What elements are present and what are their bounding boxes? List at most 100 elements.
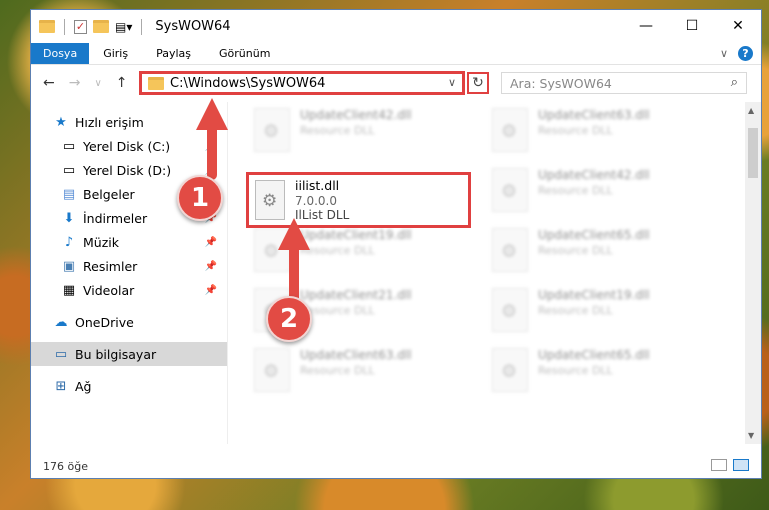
cloud-icon: ☁ bbox=[54, 314, 68, 330]
drive-icon: ▭ bbox=[62, 138, 76, 154]
dll-file-icon bbox=[492, 108, 528, 152]
file-name: UpdateClient42.dll bbox=[538, 168, 650, 182]
maximize-button[interactable]: ☐ bbox=[669, 10, 715, 42]
file-description: IlList DLL bbox=[295, 208, 350, 222]
step-badge: 1 bbox=[177, 175, 223, 221]
documents-icon: ▤ bbox=[62, 186, 76, 202]
window-title: SysWOW64 bbox=[155, 19, 231, 34]
pin-icon[interactable]: 📌 bbox=[205, 141, 217, 152]
file-description: Resource DLL bbox=[538, 244, 613, 257]
vertical-scrollbar[interactable]: ▲ ▼ bbox=[745, 102, 761, 444]
pin-icon[interactable]: 📌 bbox=[205, 261, 217, 272]
tab-view[interactable]: Görünüm bbox=[205, 43, 284, 64]
sidebar-item-label: Yerel Disk (D:) bbox=[83, 162, 172, 178]
forward-button[interactable]: → bbox=[69, 75, 81, 91]
file-description: Resource DLL bbox=[538, 184, 613, 197]
file-description: Resource DLL bbox=[538, 124, 613, 137]
sidebar-item-label: Resimler bbox=[83, 258, 138, 274]
file-name: UpdateClient65.dll bbox=[538, 228, 650, 242]
sidebar-item-label: İndirmeler bbox=[83, 210, 148, 226]
file-name: UpdateClient19.dll bbox=[538, 288, 650, 302]
refresh-button[interactable]: ↻ bbox=[467, 72, 489, 94]
file-description: Resource DLL bbox=[538, 304, 613, 317]
large-icons-view-icon[interactable] bbox=[733, 459, 749, 471]
expand-ribbon-icon[interactable]: ∨ bbox=[720, 47, 728, 60]
sidebar-item-music[interactable]: ♪ Müzik 📌 bbox=[31, 230, 227, 254]
list-item[interactable]: UpdateClient42.dll Resource DLL bbox=[492, 168, 712, 218]
back-button[interactable]: ← bbox=[43, 75, 55, 91]
computer-icon: ▭ bbox=[54, 346, 68, 362]
folder-icon bbox=[39, 20, 55, 33]
music-icon: ♪ bbox=[64, 234, 74, 250]
sidebar-item-quick-access[interactable]: ★ Hızlı erişim bbox=[31, 110, 227, 134]
address-bar[interactable]: C:\Windows\SysWOW64 ∨ bbox=[139, 71, 465, 95]
item-count: 176 öğe bbox=[43, 459, 88, 473]
scroll-down-icon[interactable]: ▼ bbox=[748, 431, 754, 440]
file-name: UpdateClient63.dll bbox=[538, 108, 650, 122]
pin-icon[interactable]: 📌 bbox=[205, 285, 217, 296]
tab-file[interactable]: Dosya bbox=[31, 43, 90, 64]
pin-icon[interactable]: 📌 bbox=[205, 237, 217, 248]
sidebar-item-label: Yerel Disk (C:) bbox=[83, 138, 171, 154]
list-item[interactable]: UpdateClient19.dll Resource DLL bbox=[492, 288, 712, 338]
drive-icon: ▭ bbox=[62, 162, 76, 178]
file-name: UpdateClient19.dll bbox=[300, 228, 412, 242]
file-name: UpdateClient63.dll bbox=[300, 348, 412, 362]
details-view-icon[interactable] bbox=[711, 459, 727, 471]
file-description: Resource DLL bbox=[538, 364, 613, 377]
list-item[interactable]: UpdateClient65.dll Resource DLL bbox=[492, 228, 712, 278]
list-item[interactable]: UpdateClient63.dll Resource DLL bbox=[492, 108, 712, 158]
properties-icon[interactable]: ✓ bbox=[74, 19, 87, 34]
navigation-pane: ★ Hızlı erişim ▭ Yerel Disk (C:) 📌 ▭ Yer… bbox=[31, 102, 227, 444]
sidebar-item-label: Ağ bbox=[75, 378, 92, 394]
list-item[interactable]: UpdateClient63.dll Resource DLL bbox=[254, 348, 474, 398]
tab-home[interactable]: Giriş bbox=[89, 43, 142, 64]
dll-file-icon bbox=[492, 288, 528, 332]
list-item[interactable]: UpdateClient42.dll Resource DLL bbox=[254, 108, 474, 158]
help-icon[interactable]: ? bbox=[738, 46, 753, 61]
address-row: ← → ∨ ↑ C:\Windows\SysWOW64 ∨ ↻ Ara: Sys… bbox=[31, 65, 761, 101]
up-button[interactable]: ↑ bbox=[116, 75, 128, 91]
pin-icon[interactable]: 📌 bbox=[205, 165, 217, 176]
search-input[interactable]: Ara: SysWOW64 ⌕ bbox=[501, 72, 747, 94]
minimize-button[interactable]: — bbox=[623, 10, 669, 42]
file-name: UpdateClient65.dll bbox=[538, 348, 650, 362]
dll-file-icon bbox=[254, 228, 290, 272]
network-icon: ⊞ bbox=[55, 378, 67, 394]
file-name: UpdateClient21.dll bbox=[300, 288, 412, 302]
scrollbar-thumb[interactable] bbox=[748, 128, 758, 178]
customize-toolbar-icon[interactable]: ▤▾ bbox=[115, 20, 132, 34]
sidebar-item-label: Videolar bbox=[83, 282, 135, 298]
sidebar-item-label: Hızlı erişim bbox=[75, 114, 144, 130]
file-description: Resource DLL bbox=[300, 304, 375, 317]
tab-share[interactable]: Paylaş bbox=[142, 43, 205, 64]
file-description: Resource DLL bbox=[300, 124, 375, 137]
scroll-up-icon[interactable]: ▲ bbox=[748, 106, 754, 115]
highlighted-file-item[interactable]: iilist.dll 7.0.0.0 IlList DLL bbox=[246, 172, 471, 228]
list-item[interactable]: UpdateClient65.dll Resource DLL bbox=[492, 348, 712, 398]
file-description: Resource DLL bbox=[300, 364, 375, 377]
status-bar: 176 öğe bbox=[31, 454, 761, 478]
sidebar-item-network[interactable]: ⊞ Ağ bbox=[31, 374, 227, 398]
new-folder-icon[interactable] bbox=[93, 20, 109, 33]
explorer-window: ✓ ▤▾ SysWOW64 — ☐ ✕ Dosya Giriş Paylaş G… bbox=[30, 9, 762, 479]
recent-locations-button[interactable]: ∨ bbox=[94, 78, 101, 89]
sidebar-item-pictures[interactable]: ▣ Resimler 📌 bbox=[31, 254, 227, 278]
sidebar-item-videos[interactable]: ▦ Videolar 📌 bbox=[31, 278, 227, 302]
sidebar-item-local-disk-c[interactable]: ▭ Yerel Disk (C:) 📌 bbox=[31, 134, 227, 158]
ribbon-tabs: Dosya Giriş Paylaş Görünüm ∨ ? bbox=[31, 43, 761, 65]
file-name: iilist.dll bbox=[295, 178, 340, 193]
folder-icon bbox=[148, 76, 164, 90]
chevron-down-icon[interactable]: ∨ bbox=[448, 76, 456, 89]
file-version: 7.0.0.0 bbox=[295, 194, 337, 208]
list-item[interactable]: UpdateClient19.dll Resource DLL bbox=[254, 228, 474, 278]
close-button[interactable]: ✕ bbox=[715, 10, 761, 42]
step-badge: 2 bbox=[266, 296, 312, 342]
sidebar-item-onedrive[interactable]: ☁ OneDrive bbox=[31, 310, 227, 334]
dll-file-icon bbox=[255, 180, 285, 220]
divider bbox=[141, 18, 143, 35]
dll-file-icon bbox=[492, 168, 528, 212]
sidebar-item-label: Bu bilgisayar bbox=[75, 346, 157, 362]
videos-icon: ▦ bbox=[62, 282, 76, 298]
sidebar-item-this-pc[interactable]: ▭ Bu bilgisayar bbox=[31, 342, 227, 366]
